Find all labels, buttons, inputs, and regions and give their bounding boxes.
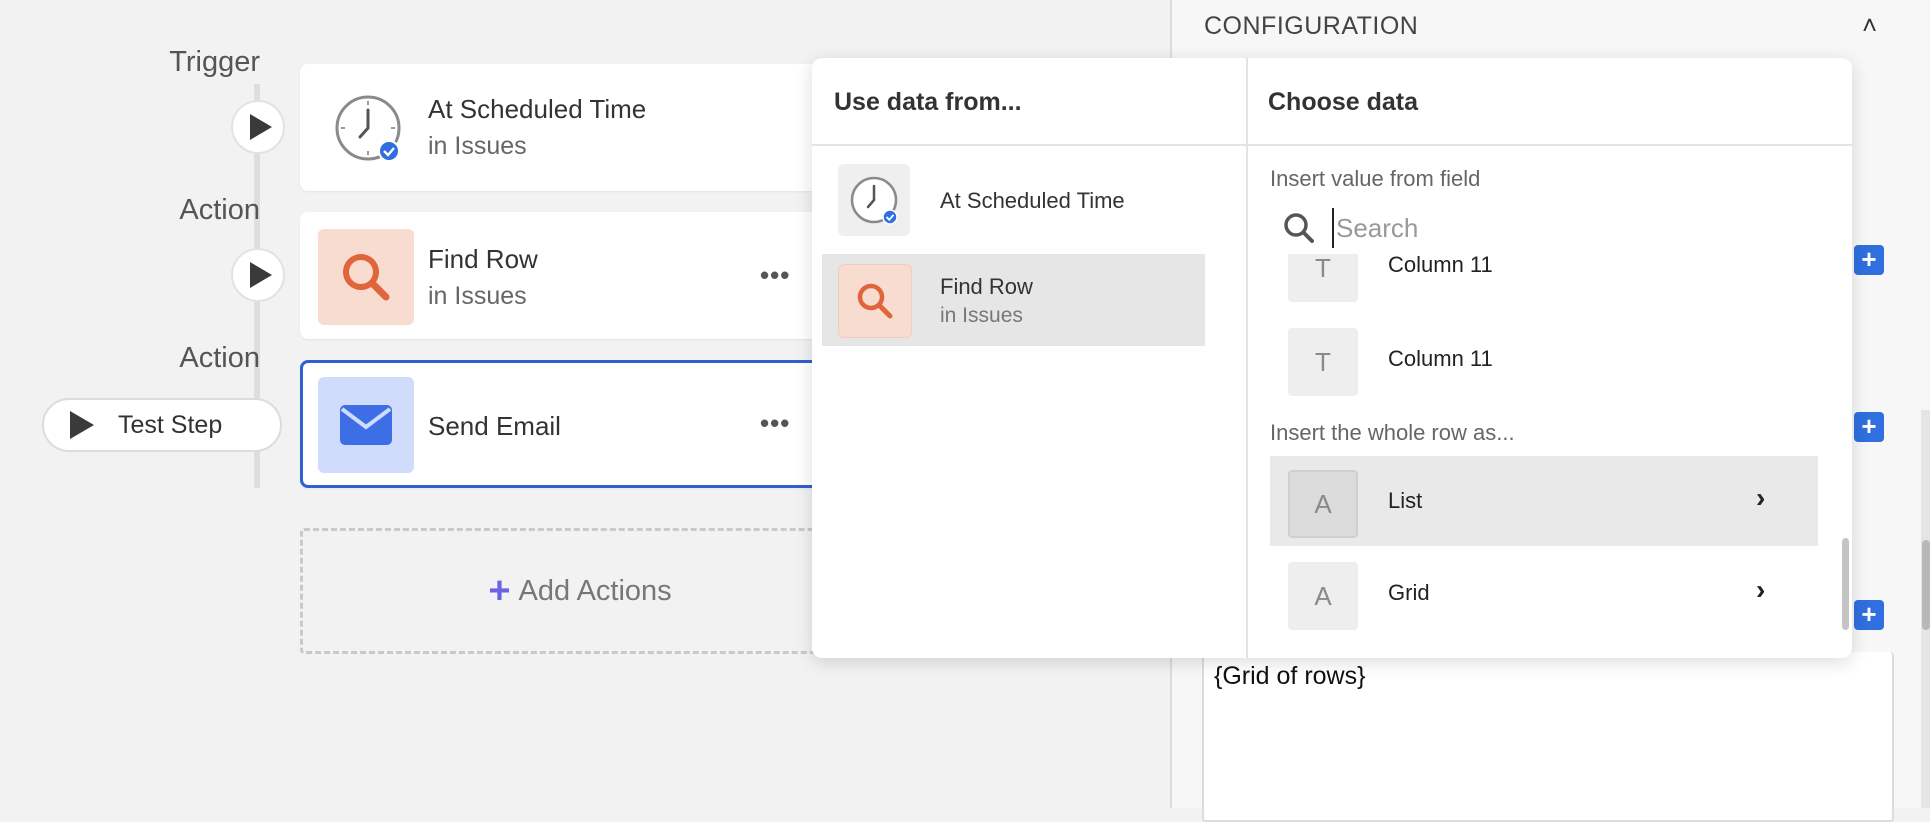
clock-icon	[838, 164, 910, 236]
insert-value-label: Insert value from field	[1270, 166, 1481, 191]
insert-whole-row-label: Insert the whole row as...	[1270, 420, 1515, 445]
choose-data-column: Insert value from field T Column 11 T Co…	[1248, 146, 1852, 658]
find-row-more-button[interactable]: •••	[760, 260, 790, 291]
text-type-icon: T	[1288, 254, 1358, 302]
send-email-card[interactable]: Send Email •••	[300, 360, 860, 488]
chevron-right-icon: ›	[1756, 574, 1766, 605]
step-kind-label-trigger: Trigger	[169, 46, 260, 78]
text-type-icon: T	[1288, 328, 1358, 396]
source-item-find-row[interactable]: Find Row in Issues	[822, 254, 1205, 346]
row-format-list[interactable]: A List ›	[1270, 456, 1818, 546]
insert-data-button-3[interactable]: +	[1854, 600, 1884, 630]
row-format-grid[interactable]: A Grid ›	[1270, 548, 1818, 638]
play-icon	[249, 262, 272, 288]
search-icon	[838, 264, 912, 338]
insert-data-button-1[interactable]: +	[1854, 245, 1884, 275]
field-list[interactable]: T Column 11 T Column 11 Insert the whole…	[1270, 254, 1830, 658]
field-label: Column 11	[1388, 254, 1493, 277]
configuration-title: CONFIGURATION	[1204, 12, 1419, 40]
run-find-row-button[interactable]	[231, 248, 285, 302]
envelope-icon	[318, 377, 414, 473]
add-actions-button[interactable]: + Add Actions	[300, 528, 860, 654]
use-data-from-heading: Use data from...	[834, 88, 1022, 116]
trigger-title: At Scheduled Time	[428, 94, 647, 124]
email-body-field[interactable]: {Grid of rows}	[1202, 652, 1894, 822]
test-step-label: Test Step	[118, 410, 223, 439]
field-row-column-11-a[interactable]: T Column 11	[1270, 254, 1818, 310]
send-email-more-button[interactable]: •••	[760, 408, 790, 439]
source-title: At Scheduled Time	[940, 188, 1125, 213]
test-step-button[interactable]: Test Step	[42, 398, 282, 452]
field-label: Column 11	[1388, 346, 1493, 371]
collapse-chevron-up-icon[interactable]: ˄	[1862, 10, 1877, 41]
step-kind-label-action-1: Action	[179, 194, 260, 226]
search-icon	[1284, 213, 1314, 243]
choose-data-heading: Choose data	[1268, 88, 1419, 116]
source-title: Find Row	[940, 274, 1033, 299]
attachment-type-icon: A	[1288, 470, 1358, 538]
field-row-column-11-b[interactable]: T Column 11	[1270, 314, 1818, 404]
chevron-right-icon: ›	[1756, 482, 1766, 513]
data-picker-popover: Use data from... Choose data At Schedule…	[812, 58, 1852, 658]
play-icon	[70, 411, 94, 439]
trigger-card[interactable]: At Scheduled Time in Issues	[300, 64, 860, 191]
field-search-input[interactable]	[1332, 208, 1796, 248]
field-label: Grid	[1388, 580, 1430, 605]
insert-data-button-2[interactable]: +	[1854, 412, 1884, 442]
source-subtitle: in Issues	[940, 304, 1023, 327]
step-kind-label-action-2: Action	[179, 342, 260, 374]
field-label: List	[1388, 488, 1423, 513]
attachment-type-icon: A	[1288, 562, 1358, 630]
run-trigger-button[interactable]	[231, 100, 285, 154]
play-icon	[249, 114, 272, 140]
send-email-title: Send Email	[428, 411, 561, 441]
trigger-subtitle: in Issues	[428, 132, 527, 160]
popover-scrollbar-thumb[interactable]	[1842, 538, 1849, 630]
add-actions-label: Add Actions	[518, 574, 672, 607]
find-row-title: Find Row	[428, 244, 538, 274]
find-row-subtitle: in Issues	[428, 282, 527, 310]
source-item-at-scheduled-time[interactable]: At Scheduled Time	[822, 154, 1205, 246]
config-scrollbar-thumb[interactable]	[1922, 540, 1930, 630]
field-search	[1282, 208, 1802, 248]
find-row-card[interactable]: Find Row in Issues •••	[300, 212, 860, 339]
clock-icon	[328, 88, 408, 168]
plus-icon: +	[488, 569, 511, 612]
search-icon	[318, 229, 414, 325]
